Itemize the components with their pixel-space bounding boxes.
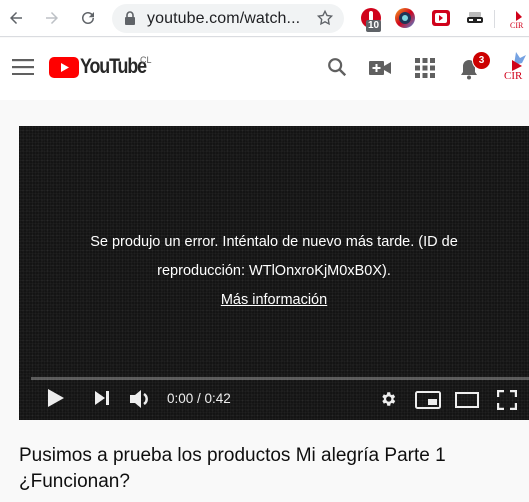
more-info-link[interactable]: Más información (221, 292, 327, 308)
browser-toolbar: youtube.com/watch... 10 CIR (0, 0, 529, 37)
video-title: Pusimos a prueba los productos Mi alegrí… (19, 445, 446, 492)
settings-button[interactable] (379, 390, 397, 408)
next-button[interactable] (94, 391, 110, 405)
play-button[interactable] (47, 388, 65, 408)
cir-logo-icon: CIR (510, 11, 524, 29)
mask-icon (467, 12, 483, 23)
apps-grid-icon[interactable] (415, 58, 435, 78)
gear-icon (382, 392, 396, 406)
play-icon (48, 389, 64, 407)
profile-avatar[interactable]: CIR (508, 7, 529, 29)
svg-text:CIR: CIR (510, 21, 524, 29)
ext-red-tv[interactable] (430, 7, 452, 29)
error-message-line2: reproducción: WTlOnxroKjM0xB0X). (157, 263, 391, 279)
fullscreen-icon (497, 390, 517, 410)
arrow-right-icon (46, 12, 58, 24)
miniplayer-button[interactable] (415, 391, 441, 409)
error-message-line1: Se produjo un error. Inténtalo de nuevo … (90, 234, 458, 250)
star-icon[interactable] (316, 9, 334, 27)
ext-incognito-mask[interactable] (464, 7, 486, 29)
tv-play-icon (432, 10, 450, 26)
arrow-left-icon (10, 12, 22, 24)
fullscreen-button[interactable] (497, 390, 517, 410)
lock-icon (125, 11, 135, 25)
notification-count-badge: 3 (472, 51, 491, 70)
skip-next-icon (95, 391, 109, 405)
extension-badge: 10 (366, 20, 382, 32)
address-bar[interactable]: youtube.com/watch... (112, 4, 344, 33)
youtube-wordmark[interactable]: YouTube (80, 55, 147, 79)
progress-bar[interactable] (31, 377, 529, 380)
youtube-logo-icon[interactable] (49, 57, 79, 78)
url-text: youtube.com/watch... (147, 10, 301, 27)
youtube-header: YouTube CL 3 CIR (0, 38, 529, 100)
reload-icon (82, 12, 94, 24)
toolbar-separator (494, 10, 495, 28)
account-avatar[interactable]: CIR (504, 48, 529, 84)
more-info-container: Más información (19, 291, 529, 309)
ext-color-circle[interactable] (394, 7, 416, 29)
cir-logo-icon: CIR (504, 52, 526, 82)
time-display: 0:00 / 0:42 (167, 391, 231, 406)
theater-mode-button[interactable] (455, 392, 479, 408)
miniplayer-icon (415, 391, 441, 409)
menu-icon[interactable] (12, 59, 34, 75)
theater-mode-icon (455, 392, 479, 408)
forward-button[interactable] (40, 6, 64, 30)
reload-button[interactable] (76, 6, 100, 30)
back-button[interactable] (4, 6, 28, 30)
search-icon[interactable] (326, 56, 348, 78)
volume-icon (130, 390, 148, 408)
create-video-icon[interactable] (369, 60, 391, 76)
country-code: CL (140, 55, 152, 65)
mute-button[interactable] (130, 389, 152, 409)
color-circle-icon (395, 8, 415, 28)
svg-text:CIR: CIR (504, 70, 523, 82)
video-player[interactable]: Se produjo un error. Inténtalo de nuevo … (19, 126, 529, 420)
